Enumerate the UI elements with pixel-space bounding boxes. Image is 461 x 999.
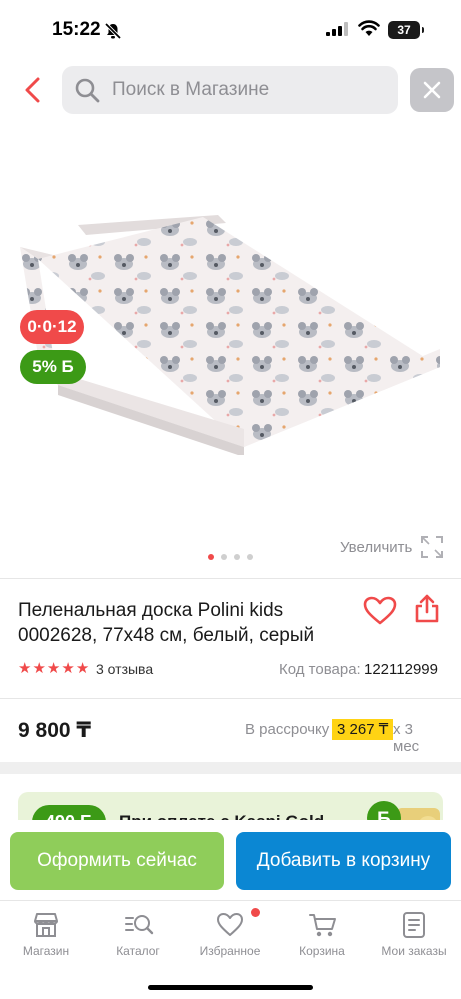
tab-label: Корзина [299, 944, 345, 958]
tab-cart[interactable]: Корзина [276, 901, 368, 971]
search-icon [75, 78, 100, 103]
action-bar: Оформить сейчас Добавить в корзину [0, 820, 461, 900]
installment-badge: 0·0·12 [20, 310, 84, 344]
product-title: Пеленальная доска Polini kids 0002628, 7… [18, 600, 315, 646]
expand-icon[interactable] [421, 536, 443, 558]
section-separator [0, 762, 461, 774]
pagination-dot-active[interactable] [208, 554, 214, 560]
reviews-link[interactable]: 3 отзыва [96, 661, 153, 677]
installment-term: x 3 мес [393, 721, 420, 755]
tab-label: Каталог [116, 944, 160, 958]
section-divider [0, 578, 461, 579]
tab-store[interactable]: Магазин [0, 901, 92, 971]
star-icon: ★ [75, 660, 90, 677]
product-price: 9 800 ₸ [18, 719, 91, 742]
bonus-badge: 5% Б [20, 350, 86, 384]
product-code-value: 122112999 [364, 661, 438, 678]
section-divider [0, 698, 461, 699]
status-bar: 15:22 37 [0, 0, 461, 60]
tab-label: Мои заказы [381, 944, 447, 958]
product-gallery[interactable]: 0·0·12 5% Б Увеличить [0, 130, 461, 575]
product-image [20, 215, 440, 455]
installment-amount[interactable]: 3 267 ₸ [332, 719, 394, 740]
tab-catalog[interactable]: Каталог [92, 901, 184, 971]
pagination-dot[interactable] [234, 554, 240, 560]
price-row: 9 800 ₸ В рассрочку 3 267 ₸ x 3 мес [18, 716, 443, 755]
bell-muted-icon [104, 22, 122, 40]
heart-icon [217, 913, 243, 936]
wifi-icon [358, 20, 380, 36]
rating-row: ★ ★ ★ ★ ★ 3 отзыва Код товара: 122112999 [18, 660, 443, 680]
gallery-pagination [208, 554, 253, 560]
add-to-cart-button[interactable]: Добавить в корзину [236, 832, 451, 890]
bottom-tab-bar: Магазин Каталог Избранное Корзина Мои за… [0, 900, 461, 999]
home-indicator [148, 985, 313, 990]
buy-now-button[interactable]: Оформить сейчас [10, 832, 224, 890]
search-input[interactable] [112, 66, 392, 114]
status-time: 15:22 [52, 19, 101, 40]
close-icon [423, 81, 441, 99]
back-arrow-icon[interactable] [22, 76, 44, 104]
share-icon[interactable] [414, 594, 440, 624]
cellular-signal-icon [326, 22, 348, 36]
product-code-label: Код товара: [279, 661, 361, 678]
pagination-dot[interactable] [221, 554, 227, 560]
installment-label: В рассрочку [245, 721, 330, 738]
tab-label: Магазин [22, 944, 70, 958]
search-header [0, 66, 461, 114]
tab-favorites[interactable]: Избранное [184, 901, 276, 971]
star-icon: ★ [18, 660, 32, 677]
tab-label: Избранное [199, 944, 261, 958]
store-icon [34, 913, 58, 937]
orders-icon [403, 912, 425, 938]
cart-icon [309, 914, 336, 937]
notification-dot [251, 908, 260, 917]
catalog-search-icon [125, 915, 154, 935]
favorite-heart-icon[interactable] [363, 596, 397, 626]
tab-orders[interactable]: Мои заказы [368, 901, 460, 971]
search-bar[interactable] [62, 66, 398, 114]
star-rating[interactable]: ★ ★ ★ ★ ★ [18, 661, 89, 677]
star-icon: ★ [61, 660, 75, 677]
pagination-dot[interactable] [247, 554, 253, 560]
zoom-button[interactable]: Увеличить [340, 539, 412, 556]
star-icon: ★ [32, 660, 46, 677]
star-icon: ★ [46, 660, 61, 677]
battery-indicator: 37 [388, 21, 424, 39]
clear-search-button[interactable] [410, 68, 454, 112]
